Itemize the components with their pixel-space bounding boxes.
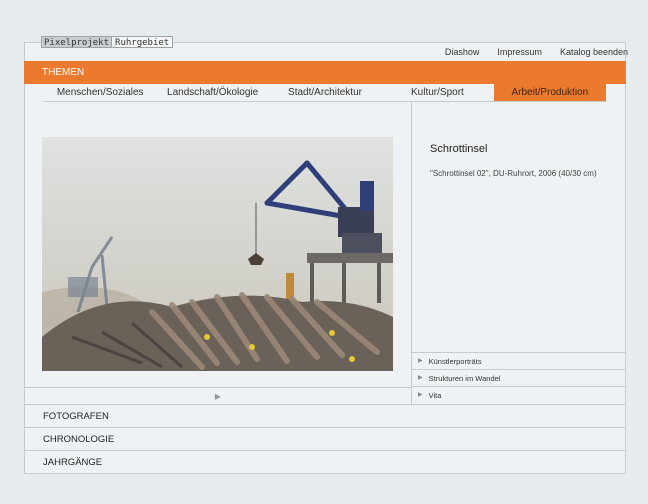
tab-stadt-architektur[interactable]: Stadt/Architektur (268, 84, 382, 101)
catalog-sections: FOTOGRAFEN CHRONOLOGIE JAHRGÄNGE (25, 404, 625, 473)
slideshow-link[interactable]: Diashow (445, 47, 480, 57)
section-fotografen[interactable]: FOTOGRAFEN (25, 404, 625, 427)
sublink-label: Strukturen im Wandel (428, 373, 501, 383)
tab-landschaft-oekologie[interactable]: Landschaft/Ökologie (156, 84, 269, 101)
sublink-label: Künstlerporträts (428, 356, 482, 366)
arrow-right-icon: ▶ (418, 374, 423, 381)
logo-part1: Pixelprojekt (41, 36, 113, 48)
photo-image (42, 137, 393, 371)
sublink-artist-portraits[interactable]: ▶ Künstlerporträts (412, 352, 625, 369)
sublink-vita[interactable]: ▶ Vita (412, 386, 625, 403)
top-navigation: Diashow Impressum Katalog beenden (445, 47, 628, 57)
section-chronologie[interactable]: CHRONOLOGIE (25, 427, 625, 450)
arrow-right-icon: ▶ (418, 391, 423, 398)
logo: Pixelprojekt Ruhrgebiet (41, 36, 174, 48)
exit-catalog-link[interactable]: Katalog beenden (560, 47, 628, 57)
tab-kultur-sport[interactable]: Kultur/Sport (381, 84, 494, 101)
themen-bar[interactable]: THEMEN (24, 61, 626, 84)
imprint-link[interactable]: Impressum (497, 47, 542, 57)
sublink-label: Vita (428, 390, 442, 400)
arrow-right-icon: ▶ (418, 357, 423, 364)
photo-scrap-island[interactable] (42, 137, 393, 371)
logo-part2: Ruhrgebiet (112, 36, 174, 48)
photo-caption: "Schrottinsel 02", DU-Ruhrort, 2006 (40/… (430, 169, 597, 178)
theme-tabs: Menschen/Soziales Landschaft/Ökologie St… (44, 84, 607, 102)
slideshow-controls: ▶ (25, 387, 411, 404)
section-jahrgaenge[interactable]: JAHRGÄNGE (25, 450, 625, 473)
play-icon[interactable]: ▶ (215, 392, 221, 401)
tab-arbeit-produktion[interactable]: Arbeit/Produktion (493, 84, 607, 101)
sub-links: ▶ Künstlerporträts ▶ Strukturen im Wande… (412, 352, 625, 403)
sublink-structures[interactable]: ▶ Strukturen im Wandel (412, 369, 625, 386)
photo-title: Schrottinsel (430, 143, 488, 155)
tab-menschen-soziales[interactable]: Menschen/Soziales (44, 84, 157, 101)
